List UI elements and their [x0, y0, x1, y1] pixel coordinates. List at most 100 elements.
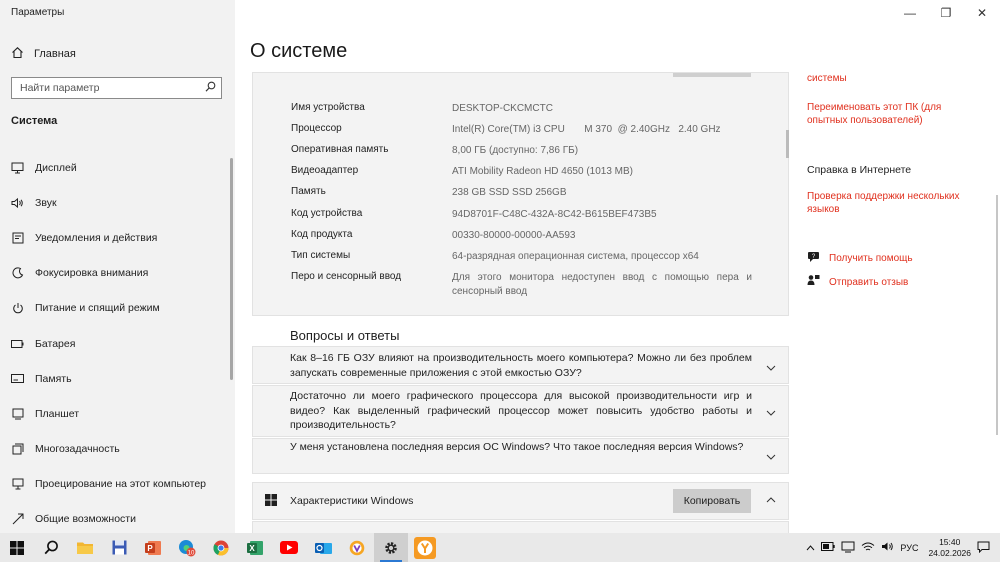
notification-center-icon[interactable] [977, 541, 990, 555]
chevron-down-icon[interactable] [766, 408, 776, 418]
window-controls: — ❐ ✕ [892, 4, 1000, 22]
spec-value: 238 GB SSD SSD 256GB [452, 187, 567, 198]
excel-icon: X [247, 540, 263, 555]
sidebar-item-label: Память [35, 372, 72, 385]
taskbar-edge[interactable]: 10 [170, 533, 204, 562]
outlook-icon [314, 542, 332, 554]
tray-chevron-up-icon[interactable] [806, 543, 815, 553]
spec-row-processor: Процессор Intel(R) Core(TM) i3 CPU M 370… [291, 123, 753, 137]
chevron-down-icon[interactable] [766, 452, 776, 462]
start-button[interactable] [0, 533, 34, 562]
taskbar-save-app[interactable] [102, 533, 136, 562]
taskbar-yandex[interactable] [408, 533, 442, 562]
sidebar-item-projecting[interactable]: Проецирование на этот компьютер [0, 467, 235, 502]
tray-battery-icon[interactable] [821, 542, 836, 553]
sidebar-item-tablet[interactable]: Планшет [0, 396, 235, 431]
tray-clock[interactable]: 15:40 24.02.2026 [928, 537, 971, 559]
tray-wifi-icon[interactable] [861, 542, 875, 554]
sidebar-item-sound[interactable]: Звук [0, 185, 235, 220]
right-scrollbar[interactable] [996, 195, 998, 435]
copy-button-partial[interactable] [673, 73, 751, 77]
link-language-support[interactable]: Проверка поддержки нескольких языков [807, 190, 982, 216]
sound-icon [11, 196, 24, 209]
spec-row-device-name: Имя устройства DESKTOP-CKCMCTC [291, 102, 753, 116]
faq-item-gpu[interactable]: Достаточно ли моего графического процесс… [252, 385, 789, 437]
sidebar-nav: Дисплей Звук Уведомления и действия Фоку… [0, 150, 235, 537]
sidebar-item-shared-experiences[interactable]: Общие возможности [0, 502, 235, 537]
get-help-link[interactable]: ? Получить помощь [807, 251, 913, 266]
browser-icon [349, 540, 365, 555]
minimize-button[interactable]: — [892, 4, 928, 22]
spec-label: Видеоадаптер [291, 165, 359, 176]
close-button[interactable]: ✕ [964, 4, 1000, 22]
tablet-icon [11, 407, 24, 420]
battery-icon [11, 337, 24, 350]
spec-label: Память [291, 186, 326, 197]
device-specs-panel: Имя устройства DESKTOP-CKCMCTC Процессор… [252, 72, 789, 316]
spec-row-storage: Память 238 GB SSD SSD 256GB [291, 186, 753, 200]
sidebar-item-label: Уведомления и действия [35, 231, 158, 244]
taskbar-excel[interactable]: X [238, 533, 272, 562]
sidebar-item-label: Планшет [35, 407, 80, 420]
sidebar: Параметры Главная Найти параметр Система… [0, 0, 235, 533]
taskbar-file-explorer[interactable] [68, 533, 102, 562]
tray-language[interactable]: РУС [900, 543, 918, 553]
home-label: Главная [34, 48, 76, 60]
youtube-icon [280, 541, 298, 554]
home-icon [11, 46, 24, 62]
sidebar-item-notifications[interactable]: Уведомления и действия [0, 220, 235, 255]
edge-icon: 10 [179, 539, 196, 556]
search-input[interactable]: Найти параметр [11, 77, 222, 99]
chevron-up-icon[interactable] [766, 495, 776, 505]
spec-value: Для этого монитора недоступен ввод с пом… [452, 272, 752, 297]
faq-title: Вопросы и ответы [290, 328, 400, 343]
sidebar-item-display[interactable]: Дисплей [0, 150, 235, 185]
clock-date: 24.02.2026 [928, 547, 971, 558]
feedback-link[interactable]: Отправить отзыв [807, 274, 908, 290]
spec-label: Тип системы [291, 250, 351, 261]
sidebar-item-label: Фокусировка внимания [35, 267, 149, 280]
faq-item-windows-version[interactable]: У меня установлена последняя версия ОС W… [252, 438, 789, 474]
sidebar-item-battery[interactable]: Батарея [0, 326, 235, 361]
sidebar-scrollbar[interactable] [230, 158, 233, 380]
faq-item-ram[interactable]: Как 8–16 ГБ ОЗУ влияют на производительн… [252, 346, 789, 384]
taskbar-powerpoint[interactable]: P [136, 533, 170, 562]
help-chat-icon: ? [807, 251, 820, 266]
taskbar-chrome[interactable] [204, 533, 238, 562]
sidebar-item-storage[interactable]: Память [0, 361, 235, 396]
page-title: О системе [250, 40, 348, 62]
clock-time: 15:40 [939, 536, 961, 547]
spec-row-device-id: Код устройства 94D8701F-C48C-432A-8C42-B… [291, 208, 753, 222]
maximize-button[interactable]: ❐ [928, 4, 964, 22]
spec-label: Перо и сенсорный ввод [291, 271, 402, 282]
chevron-down-icon[interactable] [766, 363, 776, 373]
taskbar-search-button[interactable] [34, 533, 68, 562]
taskbar-youtube[interactable] [272, 533, 306, 562]
svg-text:X: X [249, 544, 255, 553]
sidebar-item-multitasking[interactable]: Многозадачность [0, 432, 235, 467]
sidebar-item-focus-assist[interactable]: Фокусировка внимания [0, 256, 235, 291]
sidebar-item-label: Батарея [35, 337, 76, 350]
sidebar-item-label: Питание и спящий режим [35, 302, 160, 315]
home-nav[interactable]: Главная [11, 46, 76, 62]
spec-value: 94D8701F-C48C-432A-8C42-B615BEF473B5 [452, 209, 657, 220]
faq-question: У меня установлена последняя версия ОС W… [290, 441, 744, 453]
powerpoint-icon: P [145, 540, 161, 555]
tray-volume-icon[interactable] [881, 541, 894, 554]
taskbar-browser[interactable] [340, 533, 374, 562]
link-rename-pc[interactable]: Переименовать этот ПК (для опытных польз… [807, 101, 977, 127]
sidebar-item-power[interactable]: Питание и спящий режим [0, 291, 235, 326]
chrome-icon [213, 540, 229, 556]
spec-value: ATI Mobility Radeon HD 4650 (1013 MB) [452, 166, 634, 177]
spec-row-product-id: Код продукта 00330-80000-00000-AA593 [291, 229, 753, 243]
tray-network-icon[interactable] [841, 541, 855, 555]
link-system-info[interactable]: системы [807, 72, 847, 85]
power-icon [11, 302, 24, 315]
spec-label: Оперативная память [291, 144, 389, 155]
windows-specs-header[interactable]: Характеристики Windows Копировать [252, 482, 789, 520]
sidebar-item-label: Общие возможности [35, 513, 136, 526]
main-scrollbar[interactable] [786, 130, 789, 158]
taskbar-outlook[interactable] [306, 533, 340, 562]
copy-button[interactable]: Копировать [673, 489, 751, 513]
taskbar-settings[interactable] [374, 533, 408, 562]
